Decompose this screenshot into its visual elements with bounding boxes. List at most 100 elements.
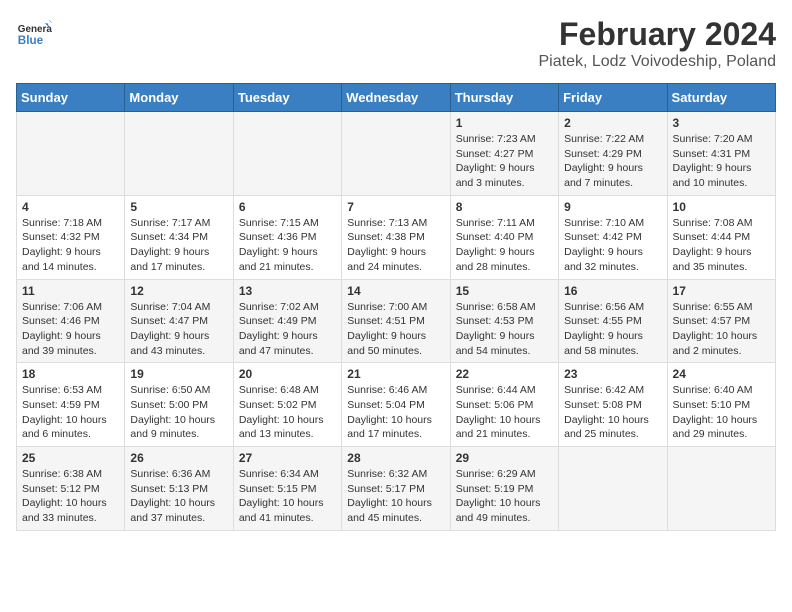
cell-text: Sunset: 4:44 PM	[673, 230, 770, 245]
cell-text: and 32 minutes.	[564, 260, 661, 275]
cell-text: Sunset: 4:46 PM	[22, 314, 119, 329]
calendar-cell: 1Sunrise: 7:23 AMSunset: 4:27 PMDaylight…	[450, 112, 558, 196]
calendar-cell: 18Sunrise: 6:53 AMSunset: 4:59 PMDayligh…	[17, 363, 125, 447]
calendar-cell: 7Sunrise: 7:13 AMSunset: 4:38 PMDaylight…	[342, 195, 450, 279]
cell-text: Daylight: 9 hours	[564, 161, 661, 176]
day-number: 17	[673, 284, 770, 298]
cell-text: Daylight: 9 hours	[564, 245, 661, 260]
week-row: 1Sunrise: 7:23 AMSunset: 4:27 PMDaylight…	[17, 112, 776, 196]
day-number: 16	[564, 284, 661, 298]
day-number: 12	[130, 284, 227, 298]
calendar-cell: 19Sunrise: 6:50 AMSunset: 5:00 PMDayligh…	[125, 363, 233, 447]
calendar-cell: 17Sunrise: 6:55 AMSunset: 4:57 PMDayligh…	[667, 279, 775, 363]
cell-text: Sunset: 4:31 PM	[673, 147, 770, 162]
calendar-cell: 11Sunrise: 7:06 AMSunset: 4:46 PMDayligh…	[17, 279, 125, 363]
cell-text: Sunrise: 7:00 AM	[347, 300, 444, 315]
week-row: 11 Sunrise: 7:06 AMSunset: 4:46 PM Dayligh…	[17, 279, 776, 363]
cell-text: Sunrise: 6:32 AM	[347, 467, 444, 482]
cell-text: Sunrise: 7:20 AM	[673, 132, 770, 147]
day-number: 24	[673, 367, 770, 381]
cell-text: Sunset: 5:00 PM	[130, 398, 227, 413]
calendar-title: February 2024	[539, 16, 777, 53]
cell-text: Sunrise: 6:36 AM	[130, 467, 227, 482]
cell-text: Daylight: 9 hours	[456, 245, 553, 260]
calendar-cell	[559, 447, 667, 531]
day-number: 1	[456, 116, 553, 130]
cell-text: and 54 minutes.	[456, 344, 553, 359]
cell-text: and 29 minutes.	[673, 427, 770, 442]
cell-text: and 6 minutes.	[22, 427, 119, 442]
cell-text: Daylight: 9 hours	[456, 329, 553, 344]
cell-text: Daylight: 10 hours	[239, 496, 336, 511]
cell-text: Daylight: 10 hours	[456, 496, 553, 511]
day-number: 23	[564, 367, 661, 381]
cell-text: Sunset: 5:06 PM	[456, 398, 553, 413]
calendar-cell: 22Sunrise: 6:44 AMSunset: 5:06 PMDayligh…	[450, 363, 558, 447]
calendar-cell: 26Sunrise: 6:36 AMSunset: 5:13 PMDayligh…	[125, 447, 233, 531]
cell-text: Sunrise: 6:58 AM	[456, 300, 553, 315]
calendar-cell: 20Sunrise: 6:48 AMSunset: 5:02 PMDayligh…	[233, 363, 341, 447]
cell-text: Sunrise: 6:34 AM	[239, 467, 336, 482]
calendar-cell: 25Sunrise: 6:38 AMSunset: 5:12 PMDayligh…	[17, 447, 125, 531]
cell-text: Daylight: 9 hours	[130, 245, 227, 260]
day-number: 22	[456, 367, 553, 381]
calendar-cell	[125, 112, 233, 196]
col-friday: Friday	[559, 84, 667, 112]
cell-text: and 2 minutes.	[673, 344, 770, 359]
day-number: 7	[347, 200, 444, 214]
cell-text: Sunrise: 6:42 AM	[564, 383, 661, 398]
cell-text: Sunrise: 6:55 AM	[673, 300, 770, 315]
day-number: 28	[347, 451, 444, 465]
cell-text: Sunset: 4:32 PM	[22, 230, 119, 245]
cell-text: Sunrise: 6:44 AM	[456, 383, 553, 398]
cell-text: Sunrise: 7:22 AM	[564, 132, 661, 147]
cell-text: and 10 minutes.	[673, 176, 770, 191]
calendar-table: Sunday Monday Tuesday Wednesday Thursday…	[16, 83, 776, 531]
cell-text: Sunrise: 6:53 AM	[22, 383, 119, 398]
cell-text: Daylight: 9 hours	[347, 245, 444, 260]
week-row: 18Sunrise: 6:53 AMSunset: 4:59 PMDayligh…	[17, 363, 776, 447]
calendar-body: 1Sunrise: 7:23 AMSunset: 4:27 PMDaylight…	[17, 112, 776, 531]
cell-text: Sunset: 4:51 PM	[347, 314, 444, 329]
cell-text: and 21 minutes.	[456, 427, 553, 442]
day-number: 27	[239, 451, 336, 465]
cell-text: Daylight: 10 hours	[22, 413, 119, 428]
cell-text: Daylight: 10 hours	[22, 496, 119, 511]
cell-text: and 58 minutes.	[564, 344, 661, 359]
cell-text: Sunset: 5:19 PM	[456, 482, 553, 497]
day-number: 11	[22, 284, 119, 298]
calendar-cell: 12Sunrise: 7:04 AMSunset: 4:47 PMDayligh…	[125, 279, 233, 363]
cell-text: Daylight: 9 hours	[239, 245, 336, 260]
cell-text: Daylight: 9 hours	[564, 329, 661, 344]
cell-text: Sunrise: 7:08 AM	[673, 216, 770, 231]
cell-text: Sunset: 4:49 PM	[239, 314, 336, 329]
day-number: 13	[239, 284, 336, 298]
calendar-cell: 8Sunrise: 7:11 AMSunset: 4:40 PMDaylight…	[450, 195, 558, 279]
cell-text: and 43 minutes.	[130, 344, 227, 359]
calendar-cell: 13Sunrise: 7:02 AMSunset: 4:49 PMDayligh…	[233, 279, 341, 363]
cell-text: Sunset: 4:57 PM	[673, 314, 770, 329]
cell-text: Sunset: 4:59 PM	[22, 398, 119, 413]
cell-text: and 33 minutes.	[22, 511, 119, 526]
cell-text: Sunset: 5:12 PM	[22, 482, 119, 497]
col-sunday: Sunday	[17, 84, 125, 112]
cell-text: and 39 minutes.	[22, 344, 119, 359]
day-number: 4	[22, 200, 119, 214]
cell-text: Sunrise: 6:56 AM	[564, 300, 661, 315]
cell-text: Sunset: 5:08 PM	[564, 398, 661, 413]
cell-text: Daylight: 9 hours	[673, 245, 770, 260]
cell-text: Sunset: 5:02 PM	[239, 398, 336, 413]
cell-text: Sunset: 4:40 PM	[456, 230, 553, 245]
cell-text: and 35 minutes.	[673, 260, 770, 275]
day-number: 20	[239, 367, 336, 381]
cell-text: Sunset: 5:17 PM	[347, 482, 444, 497]
day-number: 6	[239, 200, 336, 214]
cell-text: and 13 minutes.	[239, 427, 336, 442]
day-number: 25	[22, 451, 119, 465]
cell-text: Sunset: 5:15 PM	[239, 482, 336, 497]
cell-text: and 25 minutes.	[564, 427, 661, 442]
col-thursday: Thursday	[450, 84, 558, 112]
cell-text: Sunrise: 7:06 AM	[22, 300, 119, 315]
calendar-cell: 14Sunrise: 7:00 AMSunset: 4:51 PMDayligh…	[342, 279, 450, 363]
calendar-cell: 3Sunrise: 7:20 AMSunset: 4:31 PMDaylight…	[667, 112, 775, 196]
